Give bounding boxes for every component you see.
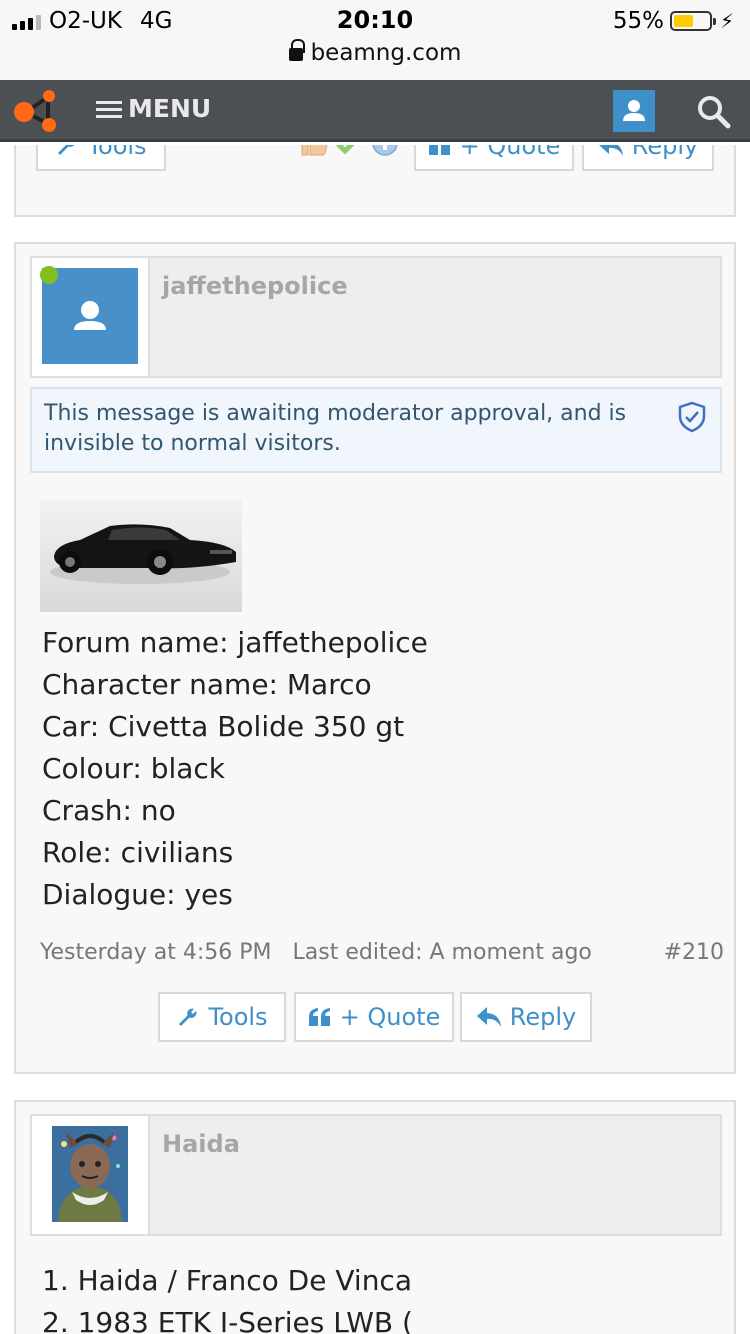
prev-reply-button[interactable]: Reply bbox=[582, 145, 714, 171]
post-line: Crash: no bbox=[42, 794, 176, 827]
reply-label: Reply bbox=[509, 1003, 577, 1031]
post-meta: Yesterday at 4:56 PM Last edited: A mome… bbox=[40, 940, 724, 965]
previous-post: Tools + Quote Reply bbox=[14, 145, 736, 217]
moderation-notice-text: This message is awaiting moderator appro… bbox=[44, 401, 627, 456]
next-username-panel: Haida bbox=[148, 1114, 722, 1236]
shield-check-icon bbox=[678, 401, 706, 433]
username-panel: jaffethepolice bbox=[148, 256, 722, 378]
charging-icon: ⚡ bbox=[719, 9, 734, 33]
menu-label: MENU bbox=[128, 94, 212, 123]
post-line: Character name: Marco bbox=[42, 668, 372, 701]
car-image[interactable] bbox=[40, 500, 242, 612]
tools-label: Tools bbox=[208, 1003, 268, 1031]
post-line: 1. Haida / Franco De Vinca bbox=[42, 1264, 412, 1297]
haida-avatar bbox=[52, 1126, 128, 1222]
post-date[interactable]: Yesterday at 4:56 PM bbox=[40, 940, 272, 965]
url-text: beamng.com bbox=[310, 40, 462, 66]
account-button[interactable] bbox=[613, 90, 655, 132]
next-post: Haida 1. Haida / Franco De Vinca 2. 1983… bbox=[14, 1100, 736, 1334]
post-line: Colour: black bbox=[42, 752, 226, 785]
reply-arrow-icon bbox=[476, 1007, 501, 1027]
quote-icon bbox=[308, 1008, 330, 1026]
online-status-dot bbox=[40, 266, 58, 284]
post-body: Forum name: jaffethepolice Character nam… bbox=[42, 622, 428, 916]
post-user-block: jaffethepolice bbox=[30, 256, 722, 378]
reaction-icons bbox=[298, 145, 400, 159]
reply-arrow-icon bbox=[598, 145, 623, 156]
default-avatar bbox=[42, 268, 138, 364]
post-username[interactable]: jaffethepolice bbox=[162, 272, 348, 300]
checkmark-icon[interactable] bbox=[334, 145, 366, 159]
car-photo bbox=[40, 500, 242, 612]
prev-tools-label: Tools bbox=[87, 145, 147, 160]
thread-page: Tools + Quote Reply jaffethepolice This … bbox=[0, 145, 750, 1334]
post-line: Car: Civetta Bolide 350 gt bbox=[42, 710, 405, 743]
quote-icon bbox=[428, 145, 450, 155]
reply-button[interactable]: Reply bbox=[460, 992, 592, 1042]
address-bar[interactable]: beamng.com bbox=[0, 39, 750, 66]
user-silhouette-icon bbox=[74, 301, 106, 330]
moderation-notice: This message is awaiting moderator appro… bbox=[30, 387, 722, 473]
prev-tools-button[interactable]: Tools bbox=[36, 145, 166, 171]
status-bar: O2-UK 4G 20:10 beamng.com 55% ⚡ bbox=[0, 0, 750, 80]
beamng-logo-icon[interactable] bbox=[12, 88, 62, 134]
quote-button[interactable]: + Quote bbox=[294, 992, 454, 1042]
lock-icon bbox=[288, 39, 305, 61]
wrench-icon bbox=[179, 1008, 197, 1026]
site-navbar: MENU bbox=[0, 80, 750, 142]
user-icon bbox=[623, 100, 645, 121]
post-edited: Last edited: A moment ago bbox=[292, 940, 592, 965]
next-post-body: 1. Haida / Franco De Vinca 2. 1983 ETK I… bbox=[42, 1260, 413, 1334]
next-post-user-block: Haida bbox=[30, 1114, 722, 1236]
post-number[interactable]: #210 bbox=[664, 940, 724, 965]
post-line: Forum name: jaffethepolice bbox=[42, 626, 428, 659]
battery-icon bbox=[669, 11, 716, 31]
post-line: 2. 1983 ETK I-Series LWB ( bbox=[42, 1306, 413, 1334]
post-line: Role: civilians bbox=[42, 836, 234, 869]
battery-info: 55% ⚡ bbox=[613, 8, 734, 34]
wrench-icon bbox=[58, 145, 75, 155]
prev-reply-label: Reply bbox=[631, 145, 699, 160]
forum-post: jaffethepolice This message is awaiting … bbox=[14, 242, 736, 1074]
info-icon[interactable] bbox=[370, 145, 400, 158]
avatar-frame[interactable] bbox=[30, 256, 150, 378]
post-line: Dialogue: yes bbox=[42, 878, 233, 911]
search-icon[interactable] bbox=[694, 92, 734, 132]
tools-button[interactable]: Tools bbox=[158, 992, 286, 1042]
next-post-username[interactable]: Haida bbox=[162, 1130, 240, 1158]
prev-quote-button[interactable]: + Quote bbox=[414, 145, 574, 171]
hamburger-icon bbox=[96, 99, 122, 119]
next-avatar-frame[interactable] bbox=[30, 1114, 150, 1236]
menu-button[interactable]: MENU bbox=[96, 94, 211, 123]
battery-percent: 55% bbox=[612, 8, 664, 34]
prev-quote-label: + Quote bbox=[459, 145, 561, 160]
quote-label: + Quote bbox=[339, 1003, 441, 1031]
thumbs-up-icon[interactable] bbox=[298, 145, 330, 159]
